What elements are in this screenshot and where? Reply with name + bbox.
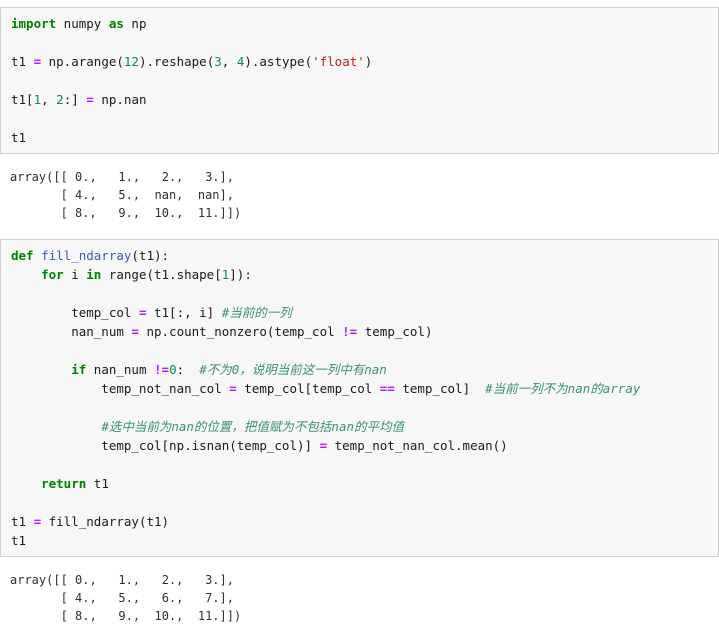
code-token: = (33, 514, 42, 530)
code-token: temp_col) (357, 324, 433, 340)
code-token: #选中当前为nan的位置，把值赋为不包括nan的平均值 (101, 419, 404, 435)
code-token: range(t1.shape[ (101, 267, 222, 283)
code-token: 2 (56, 91, 64, 107)
code-token: as (108, 15, 124, 31)
code-token: nan_num (11, 324, 132, 340)
code-token: def (11, 248, 34, 264)
code-token: temp_not_nan_col.mean() (327, 438, 508, 454)
code-token: :] (63, 91, 87, 107)
code-token: , (41, 91, 57, 107)
code-cell-output-1: array([[ 0., 1., 2., 3.], [ 4., 5., nan,… (0, 163, 719, 226)
code-token: ).reshape( (138, 53, 215, 69)
code-token: (t1): (131, 248, 170, 264)
code-token: np.nan (93, 91, 147, 107)
code-token: t1[ (11, 91, 34, 107)
code-token: temp_col[np.isnan(temp_col)] (11, 438, 320, 454)
code-token: temp_col (11, 305, 139, 321)
code-token: np.count_nonzero(temp_col (138, 324, 343, 340)
code-token: t1 (11, 53, 34, 69)
code-cell-input-1[interactable]: import numpy as np t1 = np.arange(12).re… (0, 6, 719, 154)
code-token: = (33, 53, 42, 69)
notebook-container: import numpy as np t1 = np.arange(12).re… (0, 0, 719, 629)
code-token: fill_ndarray (41, 248, 132, 264)
code-token: temp_not_nan_col (11, 381, 230, 397)
code-token: #当前的一列 (221, 305, 292, 321)
code-cell-output-2: array([[ 0., 1., 2., 3.], [ 4., 5., 6., … (0, 567, 719, 629)
code-token: 1 (33, 91, 42, 107)
top-spacer (0, 0, 719, 7)
cell-gap-3 (0, 557, 719, 567)
code-token: if (71, 362, 87, 378)
code-token: = (131, 324, 139, 340)
code-token: in (86, 267, 102, 283)
code-token: numpy (56, 15, 109, 31)
code-token: t1 (86, 476, 109, 492)
cell-gap-2 (0, 226, 719, 240)
code-token: t1 (11, 533, 27, 549)
code-token: #不为0，说明当前这一列中有nan (199, 362, 387, 378)
code-token: 0 (169, 362, 177, 378)
code-token: = (319, 438, 328, 454)
code-token: temp_col[temp_col (236, 381, 380, 397)
code-token: nan_num (86, 362, 155, 378)
code-token: np.arange( (41, 53, 124, 69)
code-token: return (41, 476, 87, 492)
code-token: fill_ndarray(t1) (41, 514, 170, 530)
code-token: #当前一列不为nan的array (485, 381, 641, 397)
code-token: = (86, 91, 94, 107)
code-block-1[interactable]: import numpy as np t1 = np.arange(12).re… (11, 14, 710, 147)
code-token: for (41, 267, 64, 283)
code-token: np (123, 15, 147, 31)
code-block-2[interactable]: def fill_ndarray(t1): for i in range(t1.… (11, 246, 710, 550)
code-token: i (63, 267, 87, 283)
code-token: t1[:, i] (146, 305, 222, 321)
code-token: ) (364, 53, 373, 69)
code-token: : (176, 362, 200, 378)
code-token: != (342, 324, 358, 340)
output-text-1: array([[ 0., 1., 2., 3.], [ 4., 5., nan,… (10, 169, 242, 220)
code-token: == (379, 381, 395, 397)
code-token: t1 (11, 129, 27, 145)
output-text-2: array([[ 0., 1., 2., 3.], [ 4., 5., 6., … (10, 573, 242, 624)
code-token: ).astype( (244, 53, 313, 69)
code-token: != (154, 362, 170, 378)
code-token: ]): (229, 267, 252, 283)
cell-gap-1 (0, 154, 719, 164)
code-token: 3 (214, 53, 222, 69)
code-token: , (221, 53, 237, 69)
code-token: 'float' (312, 53, 365, 69)
code-token: temp_col] (394, 381, 486, 397)
code-token: = (229, 381, 237, 397)
code-token: t1 (11, 514, 34, 530)
code-token: 12 (123, 53, 139, 69)
code-cell-input-2[interactable]: def fill_ndarray(t1): for i in range(t1.… (0, 239, 719, 558)
code-token: import (11, 15, 57, 31)
